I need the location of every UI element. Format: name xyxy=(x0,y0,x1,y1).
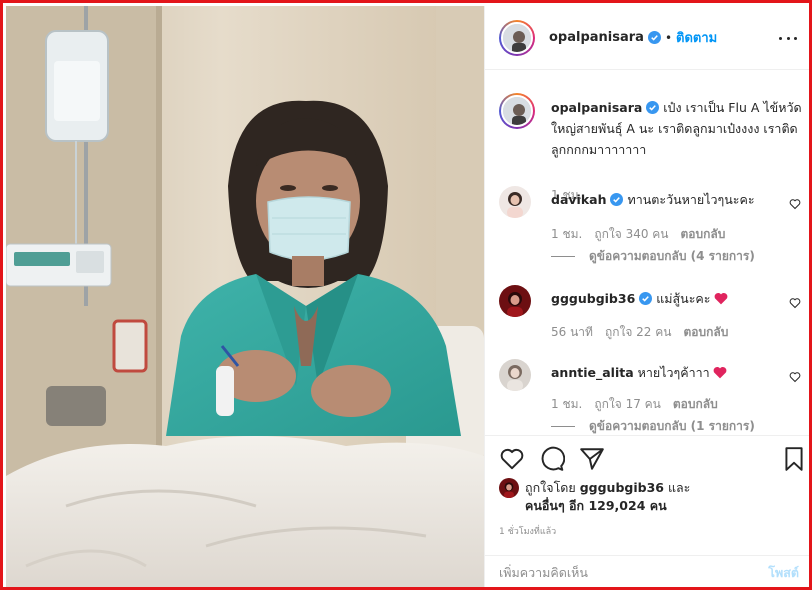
hospital-patient-photo xyxy=(6,6,484,587)
verified-badge-icon xyxy=(610,193,624,206)
comment-body: gggubgib36 แม่สู้นะคะ xyxy=(551,290,779,308)
comment-body: davikah ทานตะวันหายไวๆนะคะ xyxy=(551,191,779,209)
comment-input[interactable]: เพิ่มความคิดเห็น xyxy=(499,563,768,583)
post-photo[interactable] xyxy=(6,6,484,587)
replies-divider-line xyxy=(551,256,575,257)
view-replies-button[interactable]: ดูข้อความตอบกลับ (1 รายการ) xyxy=(551,417,755,435)
comment-text: หายไวๆค้าาา xyxy=(637,365,710,380)
post-comment-button[interactable]: โพสต์ xyxy=(768,563,799,583)
verified-badge-icon xyxy=(647,31,661,44)
comment-time[interactable]: 1 ชม. xyxy=(551,227,582,241)
author-username[interactable]: opalpanisara xyxy=(549,30,644,45)
caption-avatar[interactable] xyxy=(499,93,535,129)
view-replies-label: ดูข้อความตอบกลับ (1 รายการ) xyxy=(589,419,755,433)
comment-username[interactable]: davikah xyxy=(551,192,606,207)
comment-username[interactable]: anntie_alita xyxy=(551,365,634,380)
replies-divider-line xyxy=(551,426,575,427)
red-heart-emoji-icon xyxy=(714,293,727,305)
red-heart-emoji-icon xyxy=(713,367,727,379)
comment-text: แม่สู้นะคะ xyxy=(656,291,711,306)
comment-meta: 1 ชม. ถูกใจ 340 คน ตอบกลับ xyxy=(551,225,737,244)
liker-avatar[interactable] xyxy=(499,478,519,498)
more-dots-icon[interactable] xyxy=(779,30,797,46)
commenter-avatar[interactable] xyxy=(499,186,531,218)
comment-likes[interactable]: ถูกใจ 340 คน xyxy=(594,227,668,241)
others-liked-count[interactable]: คนอื่นๆ อีก 129,024 คน xyxy=(525,498,667,513)
like-comment-heart-icon[interactable] xyxy=(789,297,801,309)
post-timestamp[interactable]: 1 ชั่วโมงที่แล้ว xyxy=(499,524,556,538)
comment-text: ทานตะวันหายไวๆนะคะ xyxy=(627,192,755,207)
reply-button[interactable]: ตอบกลับ xyxy=(684,325,729,339)
comments-list[interactable]: opalpanisara เป๋ง เราเป็น Flu A ไข้หวัดใ… xyxy=(485,71,809,435)
comment-body: anntie_alita หายไวๆค้าาา xyxy=(551,364,779,382)
comment-time[interactable]: 1 ชม. xyxy=(551,397,582,411)
post-actions: ถูกใจโดย gggubgib36 และ คนอื่นๆ อีก 129,… xyxy=(485,435,809,555)
action-icons-row xyxy=(499,446,805,476)
add-comment-bar: เพิ่มความคิดเห็น โพสต์ xyxy=(485,555,809,587)
verified-badge-icon xyxy=(646,101,660,114)
post-header: opalpanisara • ติดตาม xyxy=(485,6,809,70)
comment-bubble-icon[interactable] xyxy=(539,446,565,472)
instagram-post-window: opalpanisara • ติดตาม opalpanisara เป๋ง … xyxy=(0,0,812,590)
commenter-avatar[interactable] xyxy=(499,285,531,317)
liked-by-prefix: ถูกใจโดย xyxy=(525,480,576,495)
like-comment-heart-icon[interactable] xyxy=(789,371,801,383)
view-replies-label: ดูข้อความตอบกลับ (4 รายการ) xyxy=(589,249,755,263)
verified-badge-icon xyxy=(639,292,653,305)
view-replies-button[interactable]: ดูข้อความตอบกลับ (4 รายการ) xyxy=(551,247,755,266)
comment-likes[interactable]: ถูกใจ 17 คน xyxy=(594,397,661,411)
likes-text: ถูกใจโดย gggubgib36 และ คนอื่นๆ อีก 129,… xyxy=(525,479,795,515)
author-avatar[interactable] xyxy=(499,19,535,56)
comment-likes[interactable]: ถูกใจ 22 คน xyxy=(605,325,672,339)
caption-text-block: opalpanisara เป๋ง เราเป็น Flu A ไข้หวัดใ… xyxy=(551,97,809,160)
comment-time[interactable]: 56 นาที xyxy=(551,325,593,339)
post-details-panel: opalpanisara • ติดตาม opalpanisara เป๋ง … xyxy=(484,6,809,587)
heart-outline-icon[interactable] xyxy=(499,446,525,472)
reply-button[interactable]: ตอบกลับ xyxy=(681,227,726,241)
comment-username[interactable]: gggubgib36 xyxy=(551,291,635,306)
comment-meta: 1 ชม. ถูกใจ 17 คน ตอบกลับ xyxy=(551,395,730,414)
bookmark-icon[interactable] xyxy=(781,446,807,472)
like-comment-heart-icon[interactable] xyxy=(789,198,801,210)
comment-meta: 56 นาที ถูกใจ 22 คน ตอบกลับ xyxy=(551,323,740,342)
liked-by-and: และ xyxy=(667,480,691,495)
liked-by-username[interactable]: gggubgib36 xyxy=(580,480,664,495)
follow-button[interactable]: ติดตาม xyxy=(676,27,717,48)
reply-button[interactable]: ตอบกลับ xyxy=(673,397,718,411)
separator-dot: • xyxy=(664,30,673,45)
commenter-avatar[interactable] xyxy=(499,359,531,391)
share-plane-icon[interactable] xyxy=(579,446,605,472)
caption-username[interactable]: opalpanisara xyxy=(551,100,642,115)
